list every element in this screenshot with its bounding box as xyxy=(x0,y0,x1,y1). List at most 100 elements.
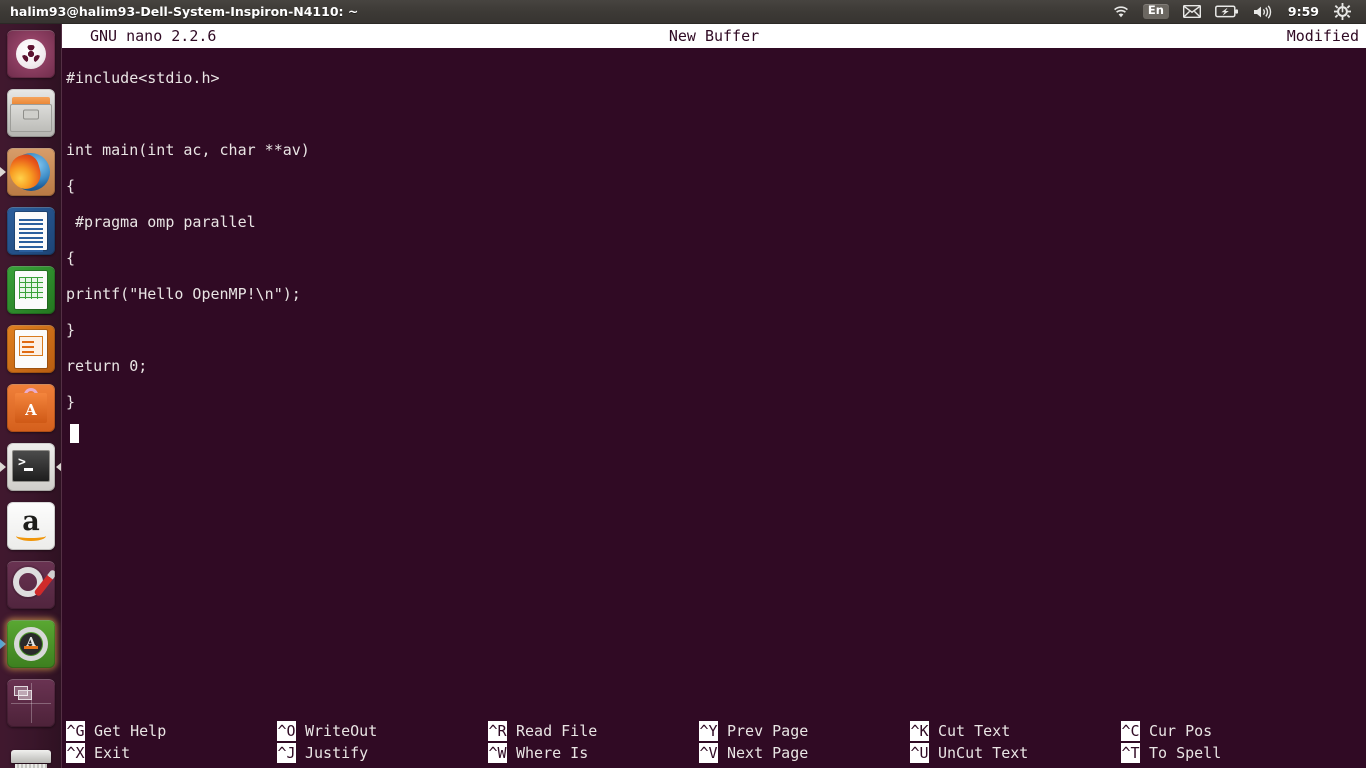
top-panel: halim93@halim93-Dell-System-Inspiron-N41… xyxy=(0,0,1366,24)
wifi-icon[interactable] xyxy=(1106,0,1136,24)
shortcut-get-help[interactable]: ^G Get Help xyxy=(66,720,277,742)
launcher-item-libreoffice-calc[interactable] xyxy=(0,260,61,319)
desktop-screen: halim93@halim93-Dell-System-Inspiron-N41… xyxy=(0,0,1366,768)
shortcut-key: ^X xyxy=(66,743,85,763)
system-settings-icon xyxy=(7,560,55,609)
code-line: { xyxy=(66,177,76,195)
shortcut-key: ^V xyxy=(699,743,718,763)
code-line: } xyxy=(66,321,76,339)
battery-charging-icon[interactable] xyxy=(1208,0,1246,24)
shortcut-to-spell[interactable]: ^T To Spell xyxy=(1121,742,1332,764)
launcher-item-amazon[interactable]: a xyxy=(0,496,61,555)
shortcut-label: UnCut Text xyxy=(938,744,1029,762)
launcher-item-software-updater[interactable]: A xyxy=(0,614,61,673)
shortcut-column: ^O WriteOut ^J Justify xyxy=(277,720,488,768)
libreoffice-calc-icon xyxy=(7,265,55,314)
shortcut-key: ^T xyxy=(1121,743,1140,763)
code-line: return 0; xyxy=(66,357,148,375)
window-title: halim93@halim93-Dell-System-Inspiron-N41… xyxy=(10,4,359,19)
launcher-item-software-center[interactable]: A xyxy=(0,378,61,437)
nano-buffer-name: New Buffer xyxy=(668,27,760,45)
shortcut-key: ^O xyxy=(277,721,296,741)
launcher-item-system-settings[interactable] xyxy=(0,555,61,614)
code-line: printf("Hello OpenMP!\n"); xyxy=(66,285,301,303)
nano-title-bar: GNU nano 2.2.6 New Buffer Modified xyxy=(62,24,1366,48)
shortcut-prev-page[interactable]: ^Y Prev Page xyxy=(699,720,910,742)
shortcut-key: ^Y xyxy=(699,721,718,741)
gear-power-icon[interactable] xyxy=(1327,0,1358,24)
launcher-item-libreoffice-writer[interactable] xyxy=(0,201,61,260)
launcher-item-trash[interactable] xyxy=(0,732,61,768)
launcher-item-files[interactable] xyxy=(0,83,61,142)
text-cursor xyxy=(70,424,79,443)
shortcut-key: ^C xyxy=(1121,721,1140,741)
code-line: } xyxy=(66,393,76,411)
shortcut-label: Where Is xyxy=(516,744,589,762)
shortcut-justify[interactable]: ^J Justify xyxy=(277,742,488,764)
shortcut-label: Prev Page xyxy=(727,722,809,740)
shortcut-key: ^R xyxy=(488,721,507,741)
code-line: #pragma omp parallel xyxy=(66,213,256,231)
nano-shortcut-bar: ^G Get Help ^X Exit ^O WriteOut ^J Justify ^R Rea… xyxy=(62,720,1366,768)
amazon-icon: a xyxy=(7,501,55,550)
trash-icon xyxy=(7,738,55,768)
launcher-pip-left xyxy=(0,166,6,177)
code-line: { xyxy=(66,249,76,267)
shortcut-label: To Spell xyxy=(1149,744,1222,762)
shortcut-label: Next Page xyxy=(727,744,809,762)
unity-launcher: A > a A xyxy=(0,24,62,768)
code-line: int main(int ac, char **av) xyxy=(66,141,310,159)
shortcut-label: Justify xyxy=(305,744,369,762)
shortcut-uncut-text[interactable]: ^U UnCut Text xyxy=(910,742,1121,764)
workspace-switcher-icon xyxy=(7,678,55,727)
launcher-item-libreoffice-impress[interactable] xyxy=(0,319,61,378)
software-updater-icon: A xyxy=(7,619,55,668)
ubuntu-dash-icon xyxy=(7,29,55,78)
keyboard-layout-label: En xyxy=(1142,4,1169,19)
shortcut-column: ^R Read File ^W Where Is xyxy=(488,720,699,768)
shortcut-label: Get Help xyxy=(94,722,167,740)
launcher-item-firefox[interactable] xyxy=(0,142,61,201)
shortcut-exit[interactable]: ^X Exit xyxy=(66,742,277,764)
code-line: #include<stdio.h> xyxy=(66,69,220,87)
envelope-icon[interactable] xyxy=(1176,0,1208,24)
shortcut-column: ^Y Prev Page ^V Next Page xyxy=(699,720,910,768)
launcher-pip-left xyxy=(0,461,6,472)
shortcut-label: Exit xyxy=(94,744,131,762)
shortcut-key: ^K xyxy=(910,721,929,741)
libreoffice-impress-icon xyxy=(7,324,55,373)
shortcut-label: Cut Text xyxy=(938,722,1011,740)
files-icon xyxy=(7,88,55,137)
cursor-line xyxy=(66,420,1366,456)
keyboard-layout-indicator[interactable]: En xyxy=(1136,0,1176,24)
shortcut-key: ^W xyxy=(488,743,507,763)
system-tray: En 9:59 xyxy=(1106,0,1366,24)
firefox-icon xyxy=(7,147,55,196)
shortcut-where-is[interactable]: ^W Where Is xyxy=(488,742,699,764)
shortcut-cut-text[interactable]: ^K Cut Text xyxy=(910,720,1121,742)
terminal-icon: > xyxy=(7,442,55,491)
shortcut-column: ^G Get Help ^X Exit xyxy=(66,720,277,768)
shortcut-key: ^G xyxy=(66,721,85,741)
shortcut-cur-pos[interactable]: ^C Cur Pos xyxy=(1121,720,1332,742)
shortcut-writeout[interactable]: ^O WriteOut xyxy=(277,720,488,742)
nano-version: GNU nano 2.2.6 xyxy=(90,27,217,45)
shortcut-key: ^U xyxy=(910,743,929,763)
clock[interactable]: 9:59 xyxy=(1280,4,1327,19)
launcher-item-terminal[interactable]: > xyxy=(0,437,61,496)
shortcut-read-file[interactable]: ^R Read File xyxy=(488,720,699,742)
terminal-window[interactable]: GNU nano 2.2.6 New Buffer Modified #incl… xyxy=(62,24,1366,768)
shortcut-column: ^K Cut Text ^U UnCut Text xyxy=(910,720,1121,768)
shortcut-column: ^C Cur Pos ^T To Spell xyxy=(1121,720,1332,768)
shortcut-label: Cur Pos xyxy=(1149,722,1213,740)
nano-editor-area[interactable]: #include<stdio.h> int main(int ac, char … xyxy=(62,48,1366,712)
shortcut-key: ^J xyxy=(277,743,296,763)
libreoffice-writer-icon xyxy=(7,206,55,255)
launcher-item-workspace-switcher[interactable] xyxy=(0,673,61,732)
launcher-item-dash-home[interactable] xyxy=(0,24,61,83)
shortcut-next-page[interactable]: ^V Next Page xyxy=(699,742,910,764)
launcher-pip-left xyxy=(0,638,6,649)
nano-modified-flag: Modified xyxy=(1286,27,1359,45)
volume-icon[interactable] xyxy=(1246,0,1280,24)
